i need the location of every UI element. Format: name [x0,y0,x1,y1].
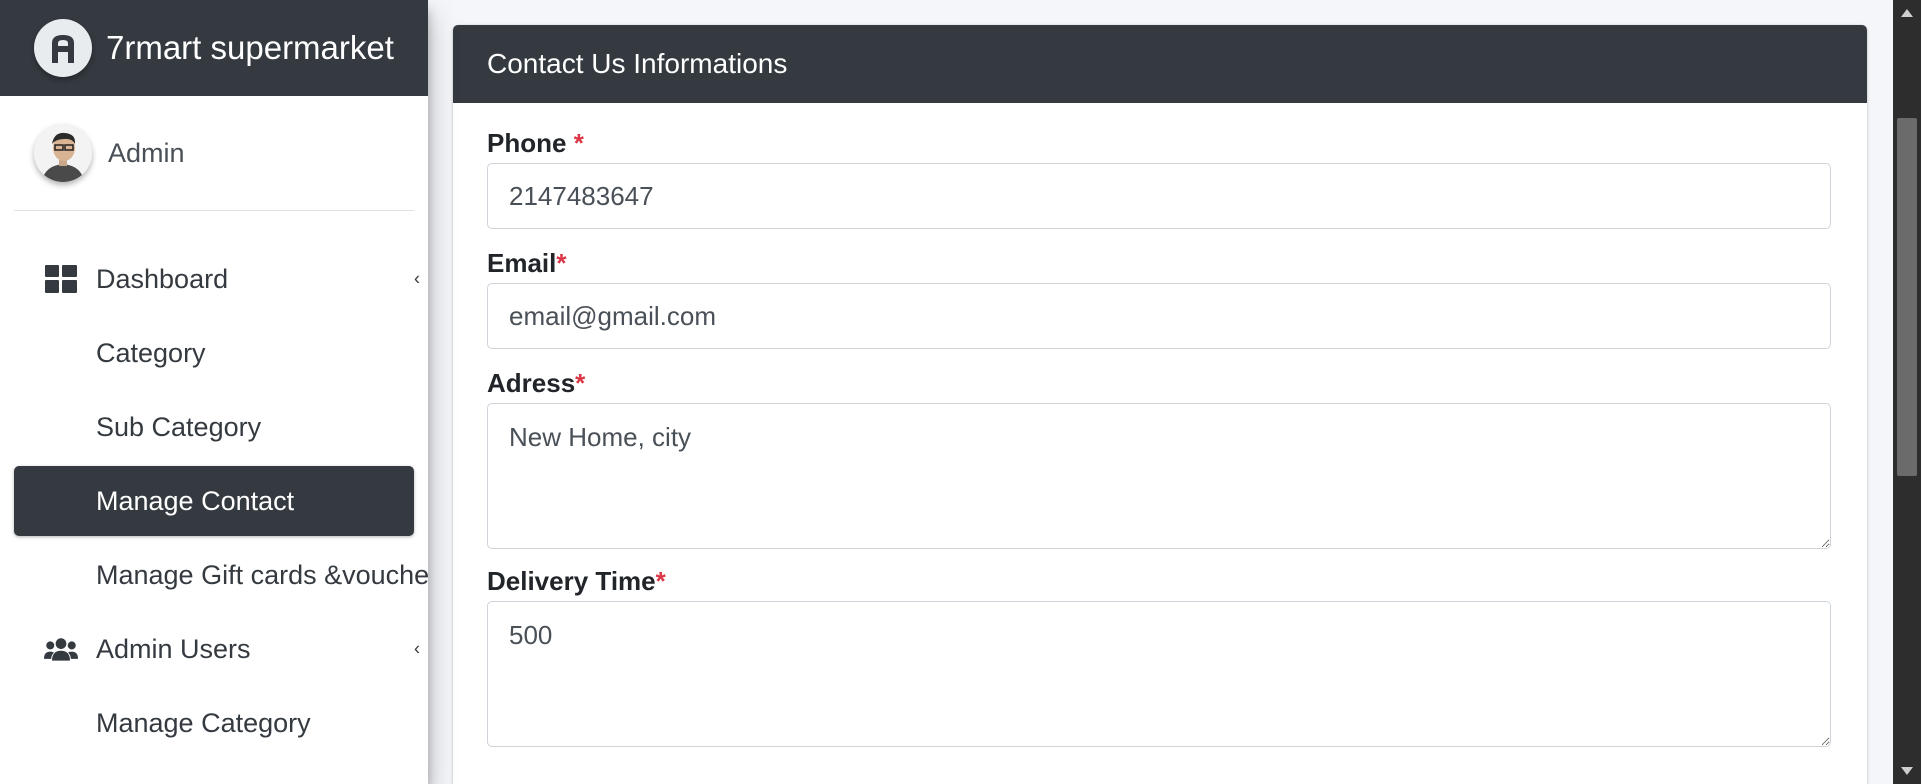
sidebar-item-label: Category [96,337,206,368]
required-marker: * [575,368,586,398]
sidebar-item-gift-cards[interactable]: Manage Gift cards &voucher [14,540,428,610]
email-label: Email* [487,248,567,278]
scroll-down-arrow-icon[interactable] [1893,758,1921,784]
sidebar: 7rmart supermarket Admin Dashboard ‹ Cat… [0,0,428,784]
sidebar-item-dashboard[interactable]: Dashboard ‹ [14,244,420,314]
dashboard-grid-icon [44,262,78,296]
page-scrollbar[interactable] [1893,0,1921,784]
sidebar-item-manage-category[interactable]: Manage Category [14,688,414,758]
user-panel[interactable]: Admin [14,96,414,211]
contact-info-card: Contact Us Informations Phone * Email* A… [453,25,1867,784]
brand-link[interactable]: 7rmart supermarket [0,0,428,96]
sidebar-item-category[interactable]: Category [14,318,414,388]
contact-form: Phone * Email* Adress* New Home, city De… [453,103,1867,747]
brand-title: 7rmart supermarket [106,29,394,66]
address-label: Adress* [487,368,586,398]
sidebar-item-sub-category[interactable]: Sub Category [14,392,414,462]
card-title: Contact Us Informations [453,25,1867,103]
required-marker: * [556,248,567,278]
phone-field[interactable] [487,163,1831,229]
sidebar-item-label: Manage Gift cards &voucher [96,559,428,590]
app-root: 7rmart supermarket Admin Dashboard ‹ Cat… [0,0,1921,784]
chevron-left-icon: ‹ [414,268,420,289]
sidebar-item-label: Sub Category [96,411,262,442]
phone-label: Phone * [487,128,584,158]
sidebar-item-label: Manage Contact [96,485,295,516]
sidebar-item-manage-contact[interactable]: Manage Contact [14,466,414,536]
delivery-time-textarea[interactable]: 500 [487,601,1831,747]
sidebar-item-label: Dashboard [96,263,229,294]
scrollbar-thumb[interactable] [1897,118,1917,476]
main-content: Contact Us Informations Phone * Email* A… [428,0,1893,784]
user-name: Admin [108,137,185,168]
user-avatar [34,124,92,182]
sidebar-nav: Dashboard ‹ Category Sub Category Manage… [14,244,428,762]
email-field[interactable] [487,283,1831,349]
sidebar-item-admin-users[interactable]: Admin Users ‹ [14,614,420,684]
scroll-up-arrow-icon[interactable] [1893,0,1921,26]
brand-logo-icon [34,19,92,77]
required-marker: * [655,566,666,596]
sidebar-item-label: Admin Users [96,633,251,664]
chevron-left-icon: ‹ [414,638,420,659]
required-marker: * [573,128,584,158]
sidebar-item-label: Manage Category [96,707,311,738]
address-textarea[interactable]: New Home, city [487,403,1831,549]
users-icon [44,632,78,666]
delivery-time-label: Delivery Time* [487,566,666,596]
